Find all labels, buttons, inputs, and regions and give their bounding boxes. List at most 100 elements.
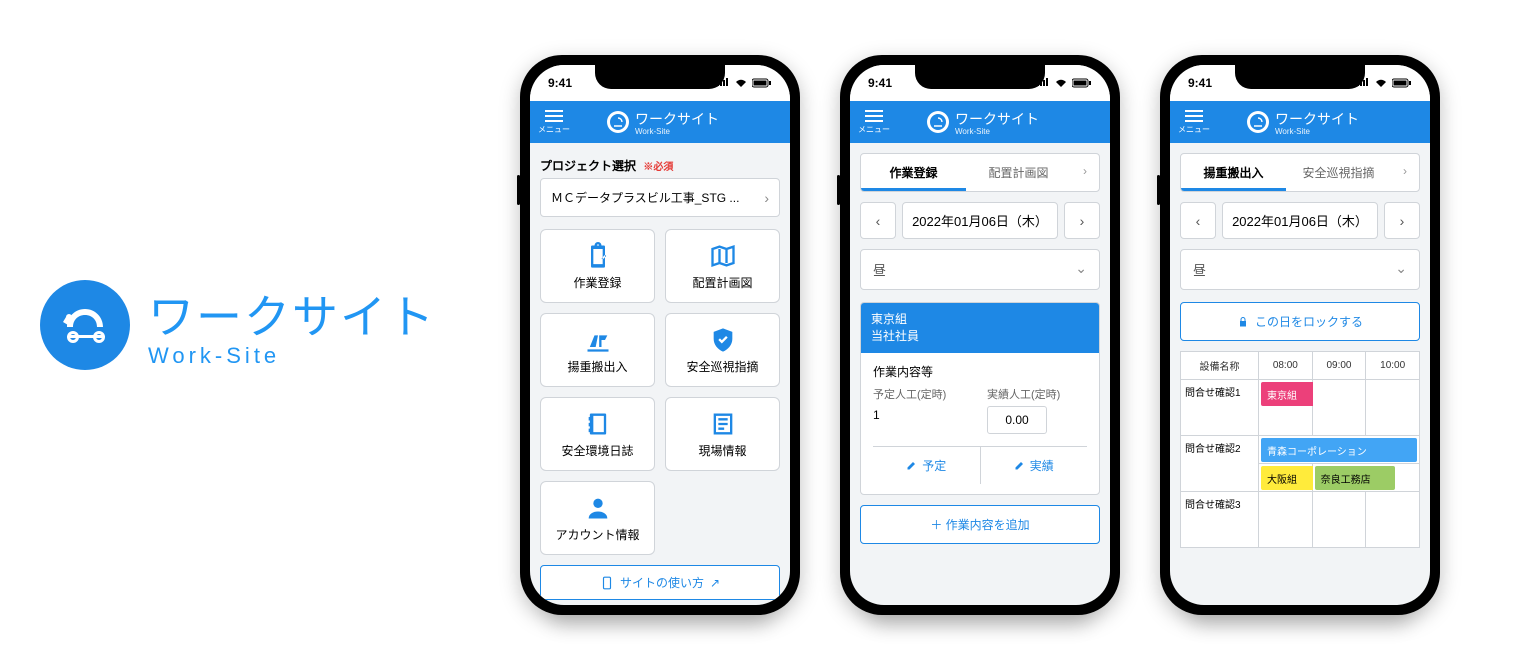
cell[interactable]: 大阪組 <box>1259 464 1313 492</box>
project-select[interactable]: ＭＣデータプラスビル工事_STG ... › <box>540 178 780 217</box>
shift-select[interactable]: 昼 ⌄ <box>1180 249 1420 290</box>
list-icon <box>709 410 737 438</box>
row-label-3: 問合せ確認3 <box>1181 492 1259 548</box>
chip-tokyo[interactable]: 東京組 <box>1261 382 1317 406</box>
brand-icon <box>40 280 130 370</box>
help-button[interactable]: サイトの使い方 ↗ <box>540 565 780 600</box>
tile-hoisting[interactable]: 揚重搬出入 <box>540 313 655 387</box>
table-row: 問合せ確認3 <box>1181 492 1420 548</box>
pencil-icon <box>1014 459 1026 471</box>
lock-day-button[interactable]: この日をロックする <box>1180 302 1420 341</box>
hamburger-icon <box>865 110 883 122</box>
menu-button[interactable]: メニュー <box>538 110 570 135</box>
user-icon <box>584 494 612 522</box>
actual-label: 実績人工(定時) <box>987 386 1087 402</box>
cell[interactable]: 青森コーポレーション <box>1259 436 1420 464</box>
shift-select[interactable]: 昼 ⌄ <box>860 249 1100 290</box>
cell[interactable] <box>1312 380 1366 436</box>
hamburger-icon <box>545 110 563 122</box>
card-role: 当社社員 <box>871 328 1089 345</box>
tile-site-info[interactable]: 現場情報 <box>665 397 780 471</box>
tabs-next[interactable]: › <box>1391 154 1419 191</box>
date-next-button[interactable]: › <box>1384 202 1420 239</box>
external-link-icon: ↗ <box>710 576 720 590</box>
tile-safety-diary[interactable]: 安全環境日誌 <box>540 397 655 471</box>
tile-safety-patrol[interactable]: 安全巡視指摘 <box>665 313 780 387</box>
notebook-icon <box>584 410 612 438</box>
date-nav: ‹ 2022年01月06日（木） › <box>1180 202 1420 239</box>
chevron-down-icon: ⌄ <box>1395 260 1407 279</box>
planned-label: 予定人工(定時) <box>873 386 973 402</box>
card-header: 東京組 当社社員 <box>861 303 1099 353</box>
add-work-button[interactable]: ＋ 作業内容を追加 <box>860 505 1100 544</box>
tabs: 揚重搬出入 安全巡視指摘 › <box>1180 153 1420 192</box>
table-row: 問合せ確認2 青森コーポレーション <box>1181 436 1420 464</box>
th-0900: 09:00 <box>1312 352 1366 380</box>
menu-button[interactable]: メニュー <box>858 110 890 135</box>
date-display[interactable]: 2022年01月06日（木） <box>902 202 1058 239</box>
schedule-table: 設備名称 08:00 09:00 10:00 問合せ確認1 東京組 <box>1180 351 1420 548</box>
wifi-icon <box>1374 78 1388 88</box>
brand-title-jp: ワークサイト <box>148 281 436 347</box>
required-mark: ※必須 <box>643 162 673 173</box>
status-indicators <box>1036 78 1092 88</box>
actual-input[interactable]: 0.00 <box>987 406 1047 434</box>
crane-icon <box>584 326 612 354</box>
app-title-wrap: ワークサイト Work-Site <box>896 109 1070 136</box>
date-nav: ‹ 2022年01月06日（木） › <box>860 202 1100 239</box>
phone-help-icon <box>600 576 614 590</box>
pencil-icon <box>906 459 918 471</box>
tile-work-register[interactable]: 作業登録 <box>540 229 655 303</box>
date-prev-button[interactable]: ‹ <box>860 202 896 239</box>
chip-nara[interactable]: 奈良工務店 <box>1315 466 1395 490</box>
app-bar: メニュー ワークサイト Work-Site <box>850 101 1110 143</box>
cell[interactable] <box>1366 492 1420 548</box>
date-next-button[interactable]: › <box>1064 202 1100 239</box>
tab-work-register[interactable]: 作業登録 <box>861 154 966 191</box>
tab-safety-patrol[interactable]: 安全巡視指摘 <box>1286 154 1391 191</box>
cell[interactable]: 東京組 <box>1259 380 1313 436</box>
cell[interactable] <box>1259 492 1313 548</box>
th-equipment: 設備名称 <box>1181 352 1259 380</box>
cell[interactable] <box>1312 492 1366 548</box>
menu-button[interactable]: メニュー <box>1178 110 1210 135</box>
date-display[interactable]: 2022年01月06日（木） <box>1222 202 1378 239</box>
app-title-wrap: ワークサイト Work-Site <box>1216 109 1390 136</box>
battery-icon <box>752 78 772 88</box>
notch <box>915 65 1045 89</box>
tile-account[interactable]: アカウント情報 <box>540 481 655 555</box>
chevron-down-icon: ⌄ <box>1075 260 1087 279</box>
clipboard-icon <box>584 242 612 270</box>
chip-aomori[interactable]: 青森コーポレーション <box>1261 438 1417 462</box>
phone-frame-3: 9:41 メニュー ワークサイト <box>1160 55 1440 615</box>
app-bar: メニュー ワークサイト Work-Site <box>1170 101 1430 143</box>
app-subtitle: Work-Site <box>635 127 719 136</box>
notch <box>1235 65 1365 89</box>
chevron-right-icon: › <box>764 190 769 206</box>
tabs: 作業登録 配置計画図 › <box>860 153 1100 192</box>
lock-icon <box>1237 316 1249 328</box>
cell[interactable]: 奈良工務店 <box>1312 464 1419 492</box>
status-indicators <box>1356 78 1412 88</box>
plan-button[interactable]: 予定 <box>873 447 981 484</box>
tab-layout-plan[interactable]: 配置計画図 <box>966 154 1071 191</box>
phone-frame-1: 9:41 メニュー <box>520 55 800 615</box>
status-indicators <box>716 78 772 88</box>
app-title-wrap: ワークサイト Work-Site <box>576 109 750 136</box>
th-1000: 10:00 <box>1366 352 1420 380</box>
notch <box>595 65 725 89</box>
status-time: 9:41 <box>1188 76 1212 90</box>
brand-text: ワークサイト Work-Site <box>148 281 436 369</box>
tile-layout-plan[interactable]: 配置計画図 <box>665 229 780 303</box>
chip-osaka[interactable]: 大阪組 <box>1261 466 1317 490</box>
card-org: 東京組 <box>871 311 1089 328</box>
tabs-next[interactable]: › <box>1071 154 1099 191</box>
hamburger-icon <box>1185 110 1203 122</box>
app-logo-icon <box>607 111 629 133</box>
status-time: 9:41 <box>868 76 892 90</box>
date-prev-button[interactable]: ‹ <box>1180 202 1216 239</box>
tab-hoisting[interactable]: 揚重搬出入 <box>1181 154 1286 191</box>
actual-button[interactable]: 実績 <box>981 447 1088 484</box>
cell[interactable] <box>1366 380 1420 436</box>
battery-icon <box>1392 78 1412 88</box>
